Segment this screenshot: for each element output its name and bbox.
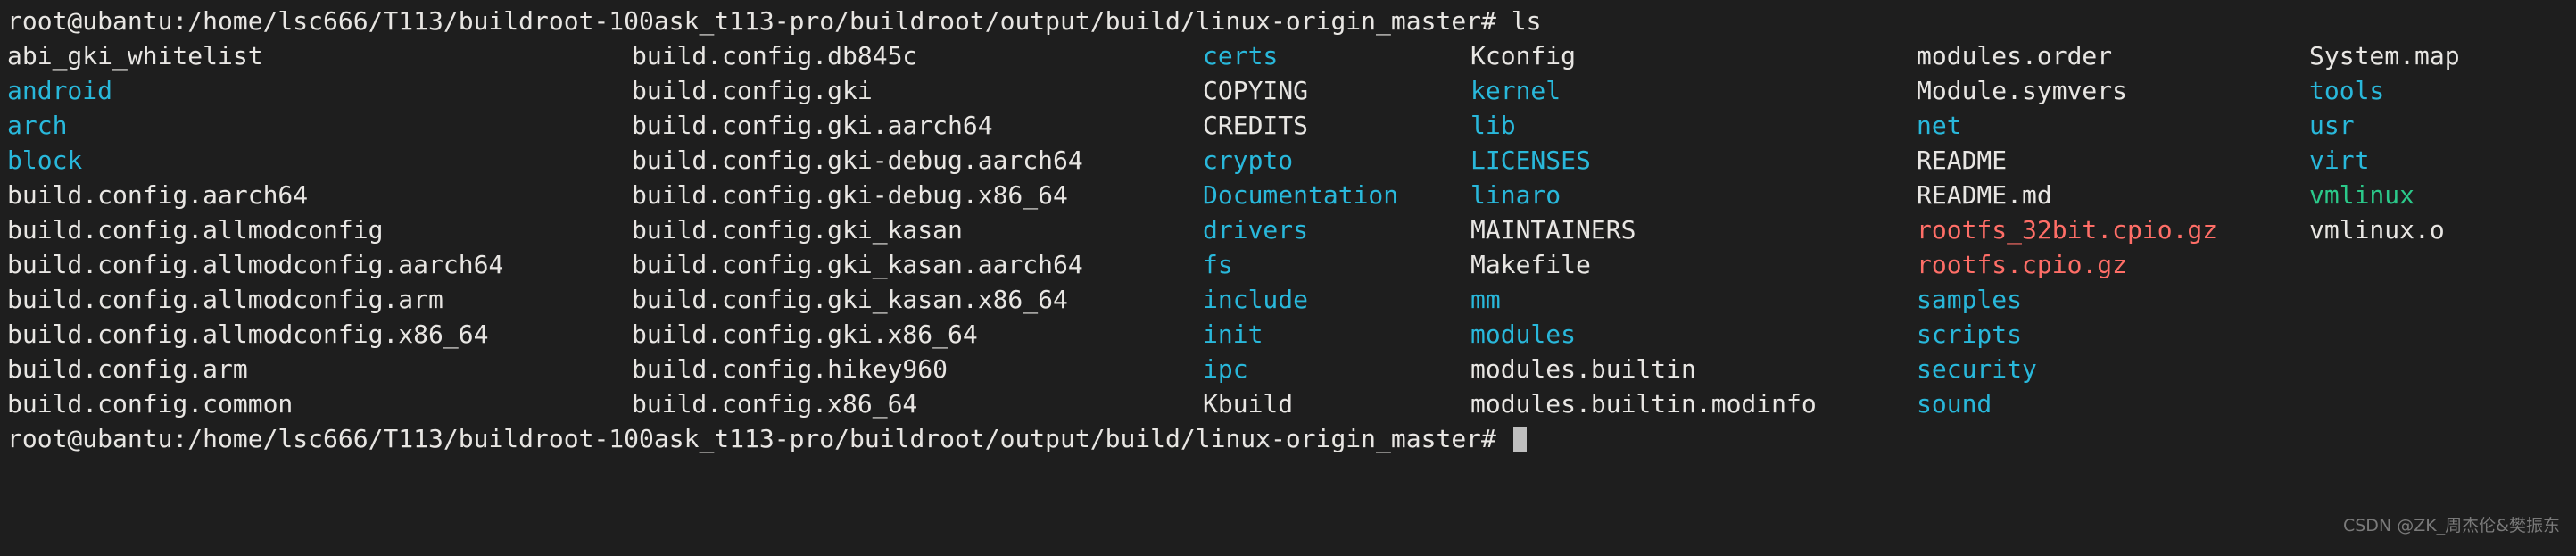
ls-entry[interactable]: build.config.arm xyxy=(7,352,632,386)
ls-entry[interactable]: drivers xyxy=(1203,212,1470,247)
ls-entry[interactable]: Kbuild xyxy=(1203,386,1470,421)
ls-entry[interactable]: usr xyxy=(2309,108,2576,143)
ls-entry[interactable]: build.config.db845c xyxy=(632,38,1203,73)
ls-entry[interactable]: build.config.x86_64 xyxy=(632,386,1203,421)
ls-entry-empty xyxy=(2309,282,2576,317)
ls-entry[interactable]: build.config.allmodconfig.aarch64 xyxy=(7,247,632,282)
ls-entry[interactable]: arch xyxy=(7,108,632,143)
ls-entry[interactable]: scripts xyxy=(1917,317,2309,352)
ls-entry[interactable]: CREDITS xyxy=(1203,108,1470,143)
ls-entry-empty xyxy=(2309,317,2576,352)
ls-entry[interactable]: build.config.gki-debug.x86_64 xyxy=(632,178,1203,212)
ls-entry[interactable]: mm xyxy=(1470,282,1917,317)
ls-entry[interactable]: crypto xyxy=(1203,143,1470,178)
ls-entry[interactable]: build.config.gki.x86_64 xyxy=(632,317,1203,352)
ls-entry[interactable]: MAINTAINERS xyxy=(1470,212,1917,247)
prompt-line-current: root@ubantu:/home/lsc666/T113/buildroot-… xyxy=(0,421,2576,456)
ls-output-grid: abi_gki_whitelist build.config.db845c cert… xyxy=(0,38,2576,421)
ls-entry[interactable]: virt xyxy=(2309,143,2576,178)
ls-entry[interactable]: Module.symvers xyxy=(1917,73,2309,108)
ls-entry[interactable]: build.config.allmodconfig xyxy=(7,212,632,247)
ls-entry[interactable]: vmlinux.o xyxy=(2309,212,2576,247)
ls-entry[interactable]: modules.builtin.modinfo xyxy=(1470,386,1917,421)
ls-entry[interactable]: modules xyxy=(1470,317,1917,352)
ls-entry-empty xyxy=(2309,352,2576,386)
ls-entry[interactable]: build.config.gki_kasan.aarch64 xyxy=(632,247,1203,282)
ls-entry[interactable]: fs xyxy=(1203,247,1470,282)
prompt-text: root@ubantu:/home/lsc666/T113/buildroot-… xyxy=(7,424,1512,453)
ls-entry[interactable]: sound xyxy=(1917,386,2309,421)
ls-entry[interactable]: build.config.gki-debug.aarch64 xyxy=(632,143,1203,178)
ls-entry[interactable]: build.config.allmodconfig.arm xyxy=(7,282,632,317)
ls-entry[interactable]: init xyxy=(1203,317,1470,352)
ls-entry[interactable]: include xyxy=(1203,282,1470,317)
ls-entry[interactable]: rootfs.cpio.gz xyxy=(1917,247,2309,282)
ls-entry[interactable]: modules.order xyxy=(1917,38,2309,73)
ls-entry[interactable]: Makefile xyxy=(1470,247,1917,282)
csdn-watermark: CSDN @ZK_周杰伦&樊振东 xyxy=(2342,516,2560,535)
ls-entry[interactable]: linaro xyxy=(1470,178,1917,212)
ls-entry[interactable]: security xyxy=(1917,352,2309,386)
ls-entry[interactable]: build.config.common xyxy=(7,386,632,421)
ls-entry[interactable]: build.config.aarch64 xyxy=(7,178,632,212)
ls-entry[interactable]: COPYING xyxy=(1203,73,1470,108)
ls-entry[interactable]: samples xyxy=(1917,282,2309,317)
ls-entry[interactable]: rootfs_32bit.cpio.gz xyxy=(1917,212,2309,247)
ls-entry[interactable]: LICENSES xyxy=(1470,143,1917,178)
ls-entry-empty xyxy=(2309,386,2576,421)
ls-entry[interactable]: Kconfig xyxy=(1470,38,1917,73)
ls-entry[interactable]: block xyxy=(7,143,632,178)
ls-entry[interactable]: modules.builtin xyxy=(1470,352,1917,386)
ls-entry[interactable]: tools xyxy=(2309,73,2576,108)
ls-entry[interactable]: certs xyxy=(1203,38,1470,73)
ls-entry[interactable]: build.config.gki_kasan xyxy=(632,212,1203,247)
text-cursor xyxy=(1512,427,1527,452)
ls-entry[interactable]: build.config.allmodconfig.x86_64 xyxy=(7,317,632,352)
ls-entry-empty xyxy=(2309,247,2576,282)
ls-entry[interactable]: lib xyxy=(1470,108,1917,143)
ls-entry[interactable]: vmlinux xyxy=(2309,178,2576,212)
ls-entry[interactable]: android xyxy=(7,73,632,108)
ls-entry[interactable]: abi_gki_whitelist xyxy=(7,38,632,73)
ls-entry[interactable]: net xyxy=(1917,108,2309,143)
ls-entry[interactable]: build.config.gki xyxy=(632,73,1203,108)
ls-entry[interactable]: build.config.gki_kasan.x86_64 xyxy=(632,282,1203,317)
terminal-window[interactable]: root@ubantu:/home/lsc666/T113/buildroot-… xyxy=(0,0,2576,556)
ls-entry[interactable]: README.md xyxy=(1917,178,2309,212)
ls-entry[interactable]: README xyxy=(1917,143,2309,178)
ls-entry[interactable]: build.config.gki.aarch64 xyxy=(632,108,1203,143)
ls-entry[interactable]: build.config.hikey960 xyxy=(632,352,1203,386)
ls-entry[interactable]: Documentation xyxy=(1203,178,1470,212)
ls-entry[interactable]: kernel xyxy=(1470,73,1917,108)
ls-entry[interactable]: System.map xyxy=(2309,38,2576,73)
ls-entry[interactable]: ipc xyxy=(1203,352,1470,386)
prompt-line-command: root@ubantu:/home/lsc666/T113/buildroot-… xyxy=(7,6,1542,36)
